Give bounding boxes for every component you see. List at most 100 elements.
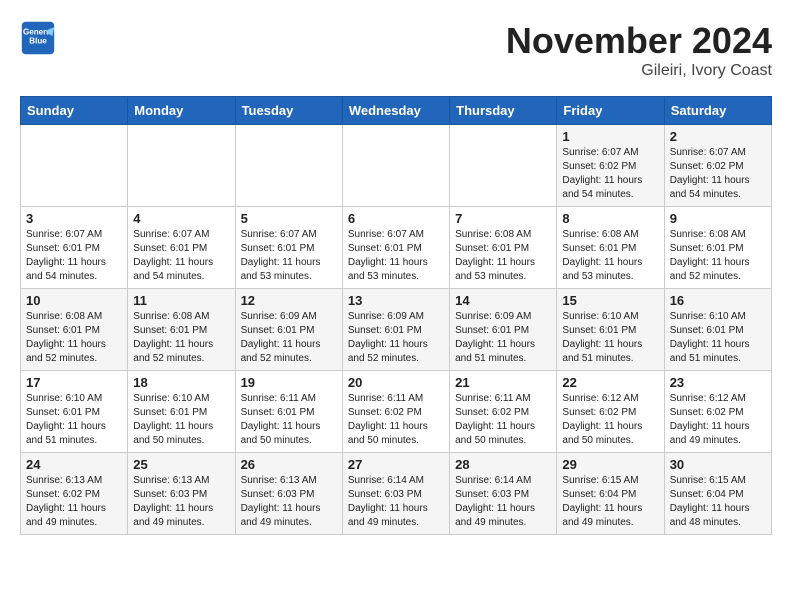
day-number: 20 (348, 375, 444, 390)
day-number: 1 (562, 129, 658, 144)
calendar-cell: 20 Sunrise: 6:11 AM Sunset: 6:02 PM Dayli… (342, 371, 449, 453)
page-header: General Blue November 2024 Gileiri, Ivor… (20, 20, 772, 80)
calendar-cell: 12Sunrise: 6:09 AM Sunset: 6:01 PM Dayli… (235, 289, 342, 371)
day-number: 28 (455, 457, 551, 472)
day-info: Sunrise: 6:10 AM Sunset: 6:01 PM Dayligh… (670, 310, 766, 366)
day-info: Sunrise: 6:14 AM Sunset: 6:03 PM Dayligh… (455, 474, 551, 530)
title-block: November 2024 Gileiri, Ivory Coast (506, 20, 772, 80)
day-number: 4 (133, 211, 229, 226)
day-number: 27 (348, 457, 444, 472)
month-title: November 2024 (506, 20, 772, 62)
day-info: Sunrise: 6:10 AM Sunset: 6:01 PM Dayligh… (26, 392, 122, 448)
weekday-header: Monday (128, 97, 235, 125)
day-info: Sunrise: 6:11 AM Sunset: 6:02 PM Dayligh… (455, 392, 551, 448)
day-info: Sunrise: 6:07 AM Sunset: 6:01 PM Dayligh… (26, 228, 122, 284)
day-number: 14 (455, 293, 551, 308)
calendar-cell: 4 Sunrise: 6:07 AM Sunset: 6:01 PM Daylig… (128, 207, 235, 289)
calendar-cell: 29Sunrise: 6:15 AM Sunset: 6:04 PM Dayli… (557, 453, 664, 535)
day-info: Sunrise: 6:11 AM Sunset: 6:02 PM Dayligh… (348, 392, 444, 448)
day-info: Sunrise: 6:14 AM Sunset: 6:03 PM Dayligh… (348, 474, 444, 530)
calendar-cell: 23Sunrise: 6:12 AM Sunset: 6:02 PM Dayli… (664, 371, 771, 453)
calendar-cell (21, 125, 128, 207)
day-info: Sunrise: 6:07 AM Sunset: 6:01 PM Dayligh… (241, 228, 337, 284)
location: Gileiri, Ivory Coast (506, 62, 772, 80)
day-info: Sunrise: 6:09 AM Sunset: 6:01 PM Dayligh… (455, 310, 551, 366)
calendar-cell: 25 Sunrise: 6:13 AM Sunset: 6:03 PM Dayli… (128, 453, 235, 535)
day-number: 15 (562, 293, 658, 308)
weekday-header: Wednesday (342, 97, 449, 125)
weekday-header: Thursday (450, 97, 557, 125)
day-number: 19 (241, 375, 337, 390)
calendar-table: SundayMondayTuesdayWednesdayThursdayFrid… (20, 96, 772, 535)
calendar-cell: 5 Sunrise: 6:07 AM Sunset: 6:01 PM Daylig… (235, 207, 342, 289)
weekday-header: Friday (557, 97, 664, 125)
day-info: Sunrise: 6:07 AM Sunset: 6:02 PM Dayligh… (670, 146, 766, 202)
calendar-cell: 14 Sunrise: 6:09 AM Sunset: 6:01 PM Dayli… (450, 289, 557, 371)
calendar-cell: 30Sunrise: 6:15 AM Sunset: 6:04 PM Dayli… (664, 453, 771, 535)
calendar-cell: 8 Sunrise: 6:08 AM Sunset: 6:01 PM Daylig… (557, 207, 664, 289)
day-info: Sunrise: 6:13 AM Sunset: 6:03 PM Dayligh… (241, 474, 337, 530)
day-number: 2 (670, 129, 766, 144)
day-info: Sunrise: 6:07 AM Sunset: 6:01 PM Dayligh… (348, 228, 444, 284)
calendar-week-row: 10 Sunrise: 6:08 AM Sunset: 6:01 PM Dayli… (21, 289, 772, 371)
calendar-cell: 6 Sunrise: 6:07 AM Sunset: 6:01 PM Daylig… (342, 207, 449, 289)
calendar-cell: 17 Sunrise: 6:10 AM Sunset: 6:01 PM Dayli… (21, 371, 128, 453)
calendar-header: SundayMondayTuesdayWednesdayThursdayFrid… (21, 97, 772, 125)
calendar-cell: 1 Sunrise: 6:07 AM Sunset: 6:02 PM Daylig… (557, 125, 664, 207)
day-number: 8 (562, 211, 658, 226)
day-number: 17 (26, 375, 122, 390)
day-number: 21 (455, 375, 551, 390)
calendar-cell: 18 Sunrise: 6:10 AM Sunset: 6:01 PM Dayli… (128, 371, 235, 453)
svg-text:Blue: Blue (29, 36, 47, 45)
day-info: Sunrise: 6:09 AM Sunset: 6:01 PM Dayligh… (348, 310, 444, 366)
calendar-cell: 11 Sunrise: 6:08 AM Sunset: 6:01 PM Dayli… (128, 289, 235, 371)
day-number: 7 (455, 211, 551, 226)
calendar-cell: 22 Sunrise: 6:12 AM Sunset: 6:02 PM Dayli… (557, 371, 664, 453)
day-info: Sunrise: 6:08 AM Sunset: 6:01 PM Dayligh… (455, 228, 551, 284)
weekday-header: Tuesday (235, 97, 342, 125)
day-info: Sunrise: 6:10 AM Sunset: 6:01 PM Dayligh… (562, 310, 658, 366)
header-row: SundayMondayTuesdayWednesdayThursdayFrid… (21, 97, 772, 125)
calendar-cell: 26 Sunrise: 6:13 AM Sunset: 6:03 PM Dayli… (235, 453, 342, 535)
calendar-week-row: 3 Sunrise: 6:07 AM Sunset: 6:01 PM Daylig… (21, 207, 772, 289)
day-number: 24 (26, 457, 122, 472)
day-info: Sunrise: 6:09 AM Sunset: 6:01 PM Dayligh… (241, 310, 337, 366)
day-info: Sunrise: 6:11 AM Sunset: 6:01 PM Dayligh… (241, 392, 337, 448)
day-number: 6 (348, 211, 444, 226)
day-info: Sunrise: 6:12 AM Sunset: 6:02 PM Dayligh… (562, 392, 658, 448)
day-info: Sunrise: 6:13 AM Sunset: 6:02 PM Dayligh… (26, 474, 122, 530)
day-info: Sunrise: 6:13 AM Sunset: 6:03 PM Dayligh… (133, 474, 229, 530)
calendar-cell: 24 Sunrise: 6:13 AM Sunset: 6:02 PM Dayli… (21, 453, 128, 535)
day-number: 30 (670, 457, 766, 472)
day-info: Sunrise: 6:07 AM Sunset: 6:02 PM Dayligh… (562, 146, 658, 202)
calendar-cell: 2 Sunrise: 6:07 AM Sunset: 6:02 PM Daylig… (664, 125, 771, 207)
day-info: Sunrise: 6:07 AM Sunset: 6:01 PM Dayligh… (133, 228, 229, 284)
day-info: Sunrise: 6:08 AM Sunset: 6:01 PM Dayligh… (26, 310, 122, 366)
day-info: Sunrise: 6:08 AM Sunset: 6:01 PM Dayligh… (562, 228, 658, 284)
calendar-week-row: 17 Sunrise: 6:10 AM Sunset: 6:01 PM Dayli… (21, 371, 772, 453)
calendar-cell: 3 Sunrise: 6:07 AM Sunset: 6:01 PM Daylig… (21, 207, 128, 289)
weekday-header: Saturday (664, 97, 771, 125)
day-number: 18 (133, 375, 229, 390)
calendar-body: 1 Sunrise: 6:07 AM Sunset: 6:02 PM Daylig… (21, 125, 772, 535)
calendar-cell: 9Sunrise: 6:08 AM Sunset: 6:01 PM Daylig… (664, 207, 771, 289)
calendar-cell: 15 Sunrise: 6:10 AM Sunset: 6:01 PM Dayli… (557, 289, 664, 371)
day-number: 23 (670, 375, 766, 390)
day-number: 26 (241, 457, 337, 472)
calendar-week-row: 24 Sunrise: 6:13 AM Sunset: 6:02 PM Dayli… (21, 453, 772, 535)
day-number: 16 (670, 293, 766, 308)
day-number: 5 (241, 211, 337, 226)
calendar-cell (450, 125, 557, 207)
calendar-cell (342, 125, 449, 207)
day-number: 3 (26, 211, 122, 226)
day-info: Sunrise: 6:08 AM Sunset: 6:01 PM Dayligh… (133, 310, 229, 366)
day-number: 11 (133, 293, 229, 308)
day-info: Sunrise: 6:10 AM Sunset: 6:01 PM Dayligh… (133, 392, 229, 448)
day-number: 25 (133, 457, 229, 472)
day-number: 22 (562, 375, 658, 390)
day-info: Sunrise: 6:15 AM Sunset: 6:04 PM Dayligh… (562, 474, 658, 530)
calendar-cell: 13Sunrise: 6:09 AM Sunset: 6:01 PM Dayli… (342, 289, 449, 371)
day-number: 10 (26, 293, 122, 308)
calendar-cell: 19 Sunrise: 6:11 AM Sunset: 6:01 PM Dayli… (235, 371, 342, 453)
calendar-cell: 16 Sunrise: 6:10 AM Sunset: 6:01 PM Dayli… (664, 289, 771, 371)
